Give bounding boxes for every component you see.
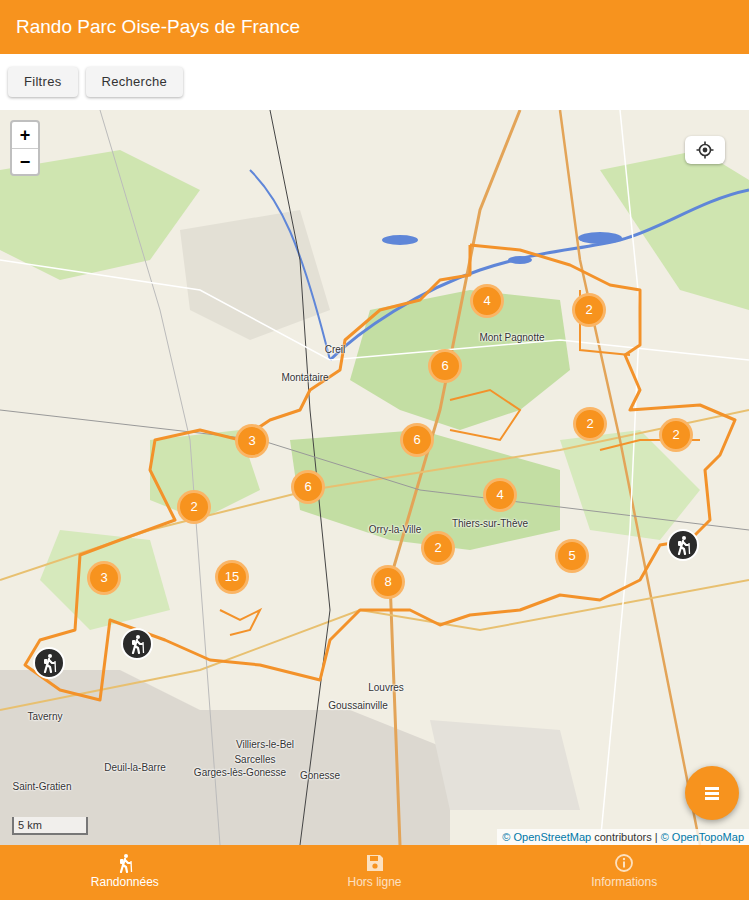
cluster-count: 2: [434, 538, 441, 558]
place-label: Mont Pagnotte: [479, 332, 544, 344]
cluster-count: 6: [441, 356, 448, 376]
app-bar: Rando Parc Oise-Pays de France: [0, 0, 749, 54]
cluster-marker[interactable]: 4: [470, 284, 504, 318]
bottom-nav: Randonnées Hors ligne Informations: [0, 845, 749, 900]
nav-label: Hors ligne: [347, 873, 401, 891]
cluster-count: 2: [190, 497, 197, 517]
hiker-icon: [673, 535, 693, 555]
cluster-count: 6: [413, 430, 420, 450]
cluster-marker[interactable]: 5: [555, 539, 589, 573]
attribution-text: contributors |: [594, 831, 657, 843]
map-tiles: [0, 110, 749, 845]
cluster-count: 3: [100, 568, 107, 588]
map[interactable]: + − Creil Montataire Mont Pagnotte Orry-la-…: [0, 110, 749, 845]
cluster-marker[interactable]: 2: [421, 531, 455, 565]
toolbar-button[interactable]: Filtres: [8, 67, 78, 97]
place-label: Montataire: [281, 372, 328, 384]
cluster-count: 3: [248, 431, 255, 451]
cluster-marker[interactable]: 6: [291, 470, 325, 504]
cluster-marker[interactable]: 15: [215, 560, 249, 594]
cluster-marker[interactable]: 2: [572, 293, 606, 327]
app-title: Rando Parc Oise-Pays de France: [16, 13, 300, 42]
cluster-marker[interactable]: 2: [573, 407, 607, 441]
place-label: Thiers-sur-Thève: [452, 518, 528, 530]
cluster-marker[interactable]: 2: [177, 490, 211, 524]
cluster-count: 6: [304, 477, 311, 497]
list-fab[interactable]: [685, 766, 739, 820]
zoom-in-button[interactable]: +: [12, 122, 38, 148]
attribution-link[interactable]: © OpenStreetMap: [502, 831, 591, 843]
hike-marker[interactable]: [667, 529, 699, 561]
place-label: Taverny: [27, 711, 62, 723]
cluster-marker[interactable]: 3: [235, 424, 269, 458]
place-label: Deuil-la-Barre: [104, 762, 166, 774]
zoom-control: + −: [10, 120, 40, 176]
locate-button[interactable]: [685, 136, 725, 164]
place-label: Villiers-le-Bel: [236, 739, 294, 751]
cluster-count: 4: [483, 291, 490, 311]
place-label: Gonesse: [300, 770, 340, 782]
nav-tab[interactable]: Hors ligne: [250, 845, 500, 900]
list-icon: [703, 785, 721, 801]
cluster-marker[interactable]: 6: [428, 349, 462, 383]
place-label: Garges-lès-Gonesse: [194, 767, 286, 779]
cluster-marker[interactable]: 4: [483, 478, 517, 512]
place-label: Saint-Gratien: [13, 781, 72, 793]
place-label: Creil: [325, 344, 346, 356]
cluster-marker[interactable]: 8: [371, 565, 405, 599]
save-icon: [365, 853, 385, 873]
place-label: Orry-la-Ville: [369, 524, 422, 536]
hike-marker[interactable]: [121, 628, 153, 660]
locate-icon: [696, 141, 714, 159]
zoom-out-button[interactable]: −: [12, 148, 38, 174]
scale-bar: 5 km: [12, 817, 88, 835]
attribution-link[interactable]: © OpenTopoMap: [661, 831, 744, 843]
toolbar: Filtres Recherche: [0, 54, 749, 110]
cluster-count: 2: [586, 414, 593, 434]
cluster-count: 2: [585, 300, 592, 320]
cluster-marker[interactable]: 2: [659, 418, 693, 452]
cluster-count: 15: [225, 567, 239, 587]
cluster-count: 8: [384, 572, 391, 592]
cluster-count: 4: [496, 485, 503, 505]
info-icon: [614, 853, 634, 873]
nav-label: Informations: [591, 873, 657, 891]
nav-label: Randonnées: [91, 873, 159, 891]
place-label: Louvres: [368, 682, 404, 694]
hike-marker[interactable]: [33, 647, 65, 679]
nav-tab[interactable]: Informations: [499, 845, 749, 900]
cluster-marker[interactable]: 6: [400, 423, 434, 457]
hiker-icon: [115, 853, 135, 873]
attribution: © OpenStreetMap contributors | © OpenTop…: [497, 829, 749, 845]
cluster-marker[interactable]: 3: [87, 561, 121, 595]
hiker-icon: [39, 653, 59, 673]
hiker-icon: [127, 634, 147, 654]
nav-tab[interactable]: Randonnées: [0, 845, 250, 900]
place-label: Goussainville: [328, 700, 387, 712]
cluster-count: 2: [672, 425, 679, 445]
cluster-count: 5: [568, 546, 575, 566]
place-label: Sarcelles: [234, 754, 275, 766]
toolbar-button[interactable]: Recherche: [86, 67, 184, 97]
